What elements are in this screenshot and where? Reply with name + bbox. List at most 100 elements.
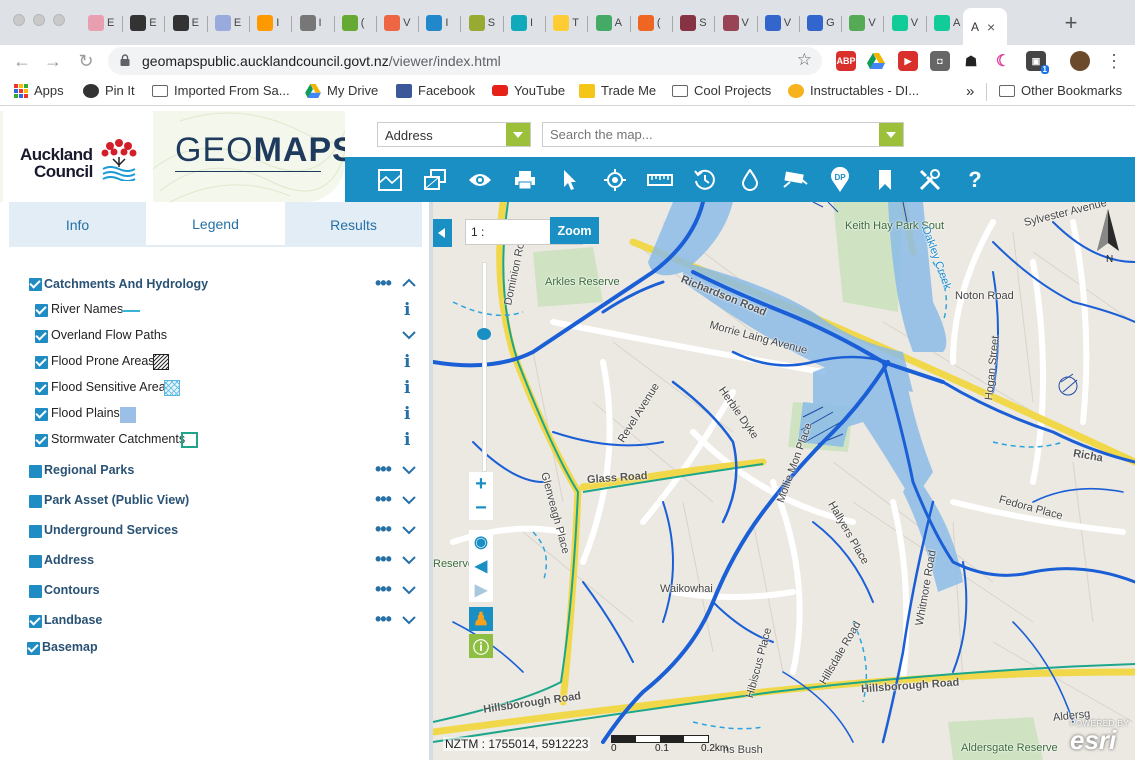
moon-extension-icon[interactable]: ☾ — [993, 51, 1013, 71]
previous-extent-arrow-icon[interactable]: ◀ — [469, 554, 493, 578]
history-icon[interactable] — [692, 167, 718, 193]
back-arrow-icon[interactable]: ← — [11, 50, 33, 72]
apps-shortcut[interactable]: Apps — [14, 83, 64, 98]
regional-parks-checkbox[interactable] — [29, 465, 42, 478]
water-drop-icon[interactable] — [737, 167, 763, 193]
zoom-slider-thumb[interactable] — [477, 328, 491, 340]
print-icon[interactable] — [512, 167, 538, 193]
chevron-down-icon[interactable] — [402, 465, 416, 475]
window-minimize-button[interactable] — [33, 14, 45, 26]
eye-icon[interactable] — [467, 167, 493, 193]
chevron-down-icon[interactable] — [402, 495, 416, 505]
browser-tab[interactable]: V — [843, 12, 879, 34]
browser-tab[interactable]: E — [82, 12, 118, 34]
browser-tab[interactable]: V — [717, 12, 753, 34]
dp-pin-icon[interactable]: DP — [827, 167, 853, 193]
river-names-checkbox[interactable] — [35, 304, 48, 317]
window-close-button[interactable] — [13, 14, 25, 26]
tab-close-icon[interactable]: × — [987, 19, 995, 35]
bookmark-trade-me[interactable]: Trade Me — [579, 83, 656, 98]
flood-prone-checkbox[interactable] — [35, 356, 48, 369]
chevron-down-icon[interactable] — [402, 525, 416, 535]
basemap-icon[interactable] — [377, 167, 403, 193]
more-options-icon[interactable]: ••• — [375, 520, 392, 538]
street-view-person-icon[interactable]: ♟ — [469, 607, 493, 631]
bookmark-instructables[interactable]: Instructables - DI... — [788, 83, 919, 98]
chevron-up-icon[interactable] — [402, 278, 416, 288]
zoom-out-icon[interactable]: − — [469, 496, 493, 520]
underground-checkbox[interactable] — [29, 525, 42, 538]
esri-attribution[interactable]: POWERED BY esri — [1070, 719, 1129, 753]
profile-avatar[interactable] — [1070, 51, 1090, 71]
bookmark-other[interactable]: Other Bookmarks — [999, 83, 1122, 98]
address-bar[interactable]: geomapspublic.aucklandcouncil.govt.nz/vi… — [108, 47, 822, 75]
bookmark-my-drive[interactable]: My Drive — [305, 83, 378, 98]
map-view[interactable]: Keith Hay Park Sout Arkles Reserve Richa… — [433, 202, 1135, 760]
more-options-icon[interactable]: ••• — [375, 610, 392, 628]
chevron-down-icon[interactable] — [402, 585, 416, 595]
bookmark-icon[interactable] — [872, 167, 898, 193]
next-extent-arrow-icon[interactable]: ▶ — [469, 578, 493, 602]
map-search-input[interactable] — [543, 123, 879, 146]
info-icon[interactable]: i — [404, 430, 410, 450]
browser-tab[interactable]: ( — [632, 12, 668, 34]
info-icon[interactable]: i — [404, 300, 410, 320]
park-asset-checkbox[interactable] — [29, 495, 42, 508]
browser-tab[interactable]: G — [801, 12, 837, 34]
flood-sensitive-checkbox[interactable] — [35, 382, 48, 395]
bookmark-star-icon[interactable]: ☆ — [797, 50, 812, 70]
more-options-icon[interactable]: ••• — [375, 490, 392, 508]
bug-extension-icon[interactable]: ☗ — [961, 51, 981, 71]
stormwater-checkbox[interactable] — [35, 434, 48, 447]
more-options-icon[interactable]: ••• — [375, 550, 392, 568]
forward-arrow-icon[interactable]: → — [42, 50, 64, 72]
bookmarks-overflow-button[interactable]: » — [966, 83, 974, 100]
google-drive-extension-icon[interactable] — [866, 51, 886, 71]
map-search-field[interactable] — [542, 122, 904, 147]
browser-tab-active[interactable]: A × — [963, 8, 1007, 45]
zoom-slider-track[interactable] — [482, 262, 487, 472]
zoom-in-icon[interactable]: + — [469, 472, 493, 496]
locate-icon[interactable] — [602, 167, 628, 193]
menu-kebab-icon[interactable]: ⋮ — [1103, 50, 1125, 72]
search-type-select[interactable]: Address — [377, 122, 531, 147]
info-icon[interactable]: i — [404, 378, 410, 398]
tools-icon[interactable] — [917, 167, 943, 193]
browser-tab[interactable]: E — [167, 12, 203, 34]
bookmark-pin-it[interactable]: Pin It — [83, 83, 135, 98]
globe-icon[interactable]: ◉ — [469, 530, 493, 554]
shield-extension-icon[interactable]: ◘ — [930, 51, 950, 71]
browser-tab[interactable]: ( — [336, 12, 372, 34]
window-maximize-button[interactable] — [53, 14, 65, 26]
address-checkbox[interactable] — [29, 555, 42, 568]
info-circle-icon[interactable]: ⓘ — [469, 634, 493, 658]
pointer-icon[interactable] — [557, 167, 583, 193]
browser-tab[interactable]: E — [209, 12, 245, 34]
chevron-down-icon[interactable] — [402, 615, 416, 625]
browser-tab[interactable]: I — [294, 12, 330, 34]
search-dropdown-button[interactable] — [879, 123, 903, 146]
video-extension-icon[interactable]: ▶ — [898, 51, 918, 71]
browser-tab[interactable]: S — [463, 12, 499, 34]
info-icon[interactable]: i — [404, 352, 410, 372]
more-options-icon[interactable]: ••• — [375, 274, 392, 292]
browser-tab[interactable]: I — [251, 12, 287, 34]
browser-tab[interactable]: V — [759, 12, 795, 34]
new-tab-button[interactable]: + — [1061, 12, 1081, 34]
search-type-dropdown-button[interactable] — [506, 123, 530, 146]
browser-tab[interactable]: I — [505, 12, 541, 34]
help-icon[interactable]: ? — [962, 167, 988, 193]
more-options-icon[interactable]: ••• — [375, 580, 392, 598]
collapse-panel-button[interactable] — [433, 219, 452, 247]
flood-plains-checkbox[interactable] — [35, 408, 48, 421]
browser-tab[interactable]: A — [928, 12, 964, 34]
ruler-icon[interactable] — [647, 167, 673, 193]
contours-checkbox[interactable] — [29, 585, 42, 598]
adblock-extension-icon[interactable]: ABP — [836, 51, 856, 71]
chevron-down-icon[interactable] — [402, 330, 416, 340]
zoom-button[interactable]: Zoom — [550, 217, 599, 244]
camera-icon[interactable] — [782, 167, 808, 193]
browser-tab[interactable]: S — [674, 12, 710, 34]
landbase-checkbox[interactable] — [29, 615, 42, 628]
catchments-checkbox[interactable] — [29, 278, 42, 291]
